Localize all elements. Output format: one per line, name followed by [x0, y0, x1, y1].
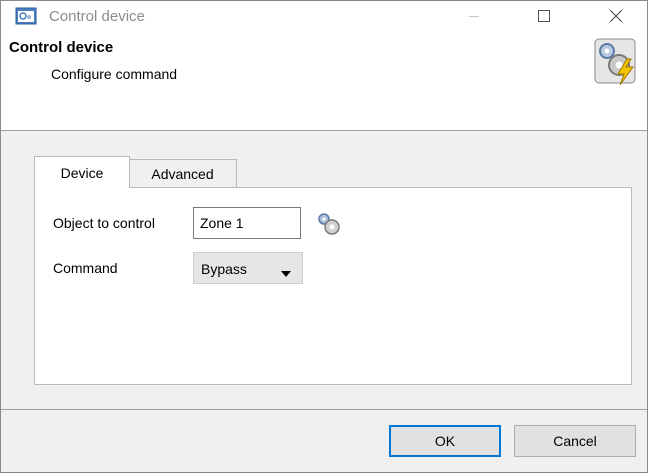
command-label: Command [53, 260, 118, 276]
minimize-button[interactable] [451, 1, 497, 33]
tab-device[interactable]: Device [34, 156, 130, 188]
maximize-button[interactable] [521, 1, 567, 33]
tab-advanced[interactable]: Advanced [129, 159, 237, 187]
gear-icon[interactable] [316, 211, 342, 237]
title-bar[interactable]: Control device [1, 1, 647, 33]
command-dropdown[interactable]: Bypass [193, 252, 303, 284]
chevron-down-icon [281, 265, 291, 281]
header-separator [1, 130, 647, 131]
object-to-control-field[interactable]: Zone 1 [193, 207, 301, 239]
footer-separator [1, 409, 647, 410]
tab-advanced-label: Advanced [151, 165, 214, 182]
minimize-icon [468, 9, 480, 25]
ok-button[interactable]: OK [389, 425, 501, 457]
header-subtitle: Configure command [51, 66, 178, 82]
tab-device-label: Device [60, 164, 104, 181]
dialog-window: Control device Control device Configure … [0, 0, 648, 473]
close-icon [609, 9, 623, 26]
maximize-icon [538, 9, 550, 25]
app-icon [15, 6, 37, 26]
gear-lightning-icon [593, 37, 639, 87]
close-button[interactable] [593, 1, 639, 33]
cancel-button[interactable]: Cancel [514, 425, 636, 457]
window-title: Control device [49, 8, 145, 25]
object-to-control-value: Zone 1 [200, 215, 244, 231]
ok-button-label: OK [434, 433, 456, 449]
header-title: Control device [9, 39, 114, 56]
object-to-control-label: Object to control [53, 215, 155, 231]
command-value: Bypass [201, 261, 247, 277]
cancel-button-label: Cancel [553, 433, 597, 449]
